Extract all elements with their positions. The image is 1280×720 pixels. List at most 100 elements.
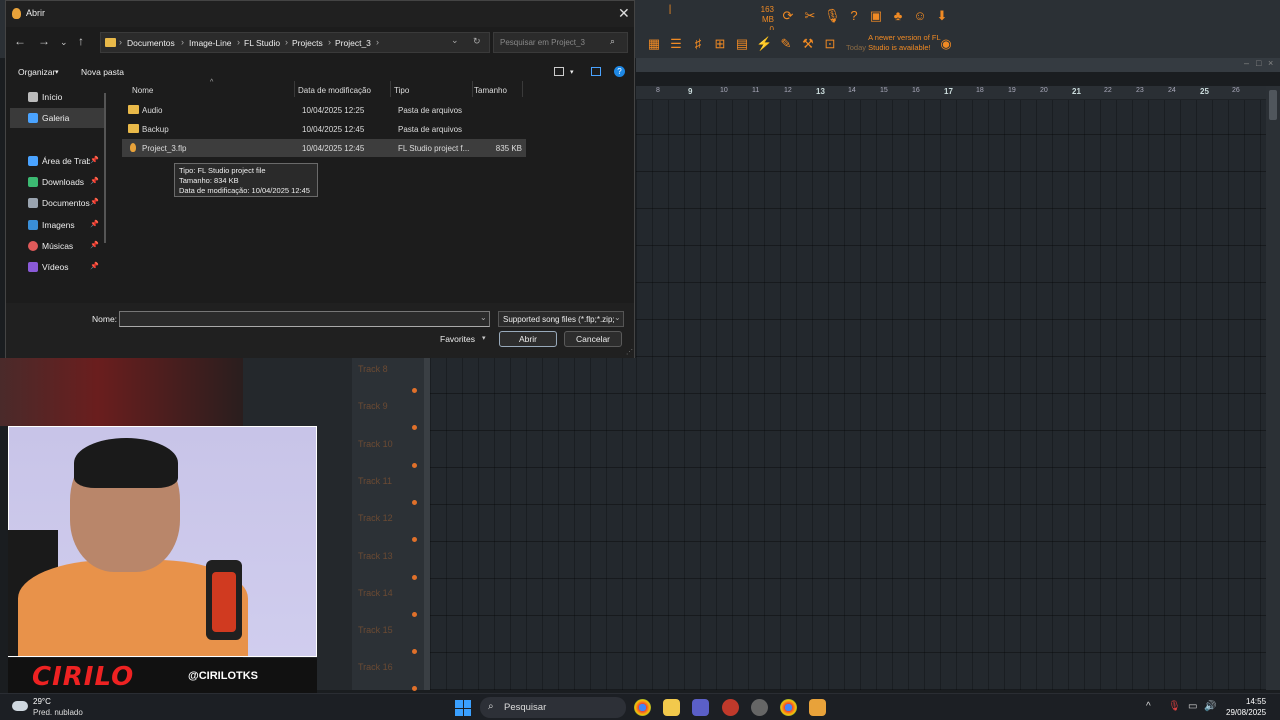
sidebar-item-videos[interactable]: Vídeos 📌 <box>6 257 106 277</box>
breadcrumb-fl-studio[interactable]: FL Studio <box>244 38 280 48</box>
plugin-icon[interactable]: ♣ <box>890 8 906 24</box>
globe-icon[interactable]: ◉ <box>938 36 954 52</box>
pin-icon[interactable]: 📌 <box>90 241 99 249</box>
help-icon[interactable]: ? <box>846 8 862 24</box>
brush-icon[interactable]: ✎ <box>778 36 794 52</box>
sidebar-item-downloads[interactable]: Downloads 📌 <box>6 172 106 192</box>
column-type[interactable]: Tipo <box>394 86 409 95</box>
pin-icon[interactable]: 📌 <box>90 262 99 270</box>
file-explorer-icon[interactable] <box>663 699 680 716</box>
chrome-icon[interactable] <box>634 699 651 716</box>
address-bar[interactable]: › Documentos › Image-Line › FL Studio › … <box>100 32 490 53</box>
view-icon[interactable] <box>554 67 564 76</box>
loop-icon[interactable]: ⟳ <box>780 8 796 24</box>
track-led-icon[interactable] <box>412 462 417 468</box>
track-label[interactable]: Track 9 <box>358 401 388 411</box>
sidebar-scrollbar[interactable] <box>104 93 106 243</box>
chat-icon[interactable]: ☺ <box>912 8 928 24</box>
column-divider[interactable] <box>294 81 295 97</box>
ruler-mark[interactable]: 20 <box>1040 87 1048 94</box>
mic-icon[interactable]: 🎙 <box>824 8 841 24</box>
taskbar-search[interactable]: ⌕ Pesquisar <box>480 697 626 718</box>
tray-chevron-icon[interactable]: ^ <box>1146 701 1151 712</box>
history-chevron-icon[interactable]: ⌄ <box>451 35 459 46</box>
teams-icon[interactable] <box>692 699 709 716</box>
ruler-mark[interactable]: 8 <box>656 87 660 94</box>
clock-date[interactable]: 29/08/2025 <box>1226 708 1266 717</box>
sidebar-item-galeria[interactable]: Galeria <box>10 108 104 128</box>
ruler-mark[interactable]: 23 <box>1136 87 1144 94</box>
pin-icon[interactable]: 📌 <box>90 177 99 185</box>
track-led-icon[interactable] <box>412 388 417 393</box>
ruler-mark[interactable]: 25 <box>1200 87 1209 96</box>
column-divider[interactable] <box>522 81 523 97</box>
ruler-mark[interactable]: 15 <box>880 87 888 94</box>
favorites-chevron-icon[interactable]: ▾ <box>482 334 486 342</box>
view-chevron-icon[interactable]: ▾ <box>570 68 574 76</box>
filename-chevron-icon[interactable]: ⌄ <box>480 313 487 322</box>
sidebar-item-imagens[interactable]: Imagens 📌 <box>6 215 106 235</box>
channel-rack-icon[interactable]: ♯ <box>690 36 706 52</box>
track-label[interactable]: Track 13 <box>358 551 393 561</box>
ruler-mark[interactable]: 24 <box>1168 87 1176 94</box>
forward-arrow-icon[interactable]: → <box>38 34 50 48</box>
ruler-mark[interactable]: 13 <box>816 87 825 96</box>
playlist-grid[interactable] <box>636 100 1266 690</box>
track-label[interactable]: Track 10 <box>358 439 393 449</box>
browser-icon[interactable]: ▤ <box>734 36 750 52</box>
maximize-icon[interactable]: □ <box>1256 58 1261 68</box>
search-input[interactable]: Pesquisar em Project_3 <box>493 32 628 53</box>
cloud-icon[interactable] <box>12 701 28 711</box>
column-size[interactable]: Tamanho <box>474 86 507 95</box>
windows-start-icon[interactable] <box>455 700 471 716</box>
wrench-icon[interactable]: ⚒ <box>800 36 816 52</box>
ruler-mark[interactable]: 12 <box>784 87 792 94</box>
track-label[interactable]: Track 11 <box>358 476 392 486</box>
recent-chevron-icon[interactable]: ⌄ <box>60 37 68 48</box>
track-label[interactable]: Track 14 <box>358 588 393 598</box>
ruler-mark[interactable]: 9 <box>688 87 692 96</box>
track-led-icon[interactable] <box>412 649 417 655</box>
plug-icon[interactable]: ⚡ <box>756 36 772 52</box>
scrollbar-thumb[interactable] <box>1269 90 1277 120</box>
ruler-mark[interactable]: 22 <box>1104 87 1112 94</box>
volume-icon[interactable]: 🔊 <box>1204 701 1216 712</box>
cart-icon[interactable]: ⊡ <box>822 36 838 52</box>
fl-studio-taskbar-icon[interactable] <box>809 699 826 716</box>
pin-icon[interactable]: 📌 <box>90 220 99 228</box>
chrome-profile-icon[interactable] <box>780 699 797 716</box>
scissors-icon[interactable]: ✂ <box>802 8 818 24</box>
weather-temperature[interactable]: 29°C <box>33 697 51 706</box>
pin-icon[interactable]: 📌 <box>90 198 99 206</box>
ruler-mark[interactable]: 21 <box>1072 87 1081 96</box>
ruler-mark[interactable]: 14 <box>848 87 856 94</box>
close-icon[interactable]: ✕ <box>618 5 630 22</box>
ruler-mark[interactable]: 10 <box>720 87 728 94</box>
track-label[interactable]: Track 12 <box>358 513 393 523</box>
sidebar-item-desktop[interactable]: Área de Trab. 📌 <box>6 151 106 171</box>
resize-grip-icon[interactable]: ⋰ <box>626 348 633 356</box>
file-row-project-3[interactable]: Project_3.flp 10/04/2025 12:45 FL Studio… <box>122 139 526 157</box>
track-led-icon[interactable] <box>412 574 417 580</box>
up-arrow-icon[interactable]: ↑ <box>78 34 84 48</box>
file-row-backup[interactable]: Backup 10/04/2025 12:45 Pasta de arquivo… <box>122 120 526 138</box>
ruler-mark[interactable]: 11 <box>752 87 759 94</box>
track-led-icon[interactable] <box>412 499 417 505</box>
filename-input[interactable] <box>119 311 490 327</box>
ruler-mark[interactable]: 26 <box>1232 87 1240 94</box>
grid-icon[interactable]: ▦ <box>646 36 662 52</box>
close-icon[interactable]: × <box>1268 58 1273 68</box>
obs-icon[interactable] <box>751 699 768 716</box>
organize-menu[interactable]: Organizar <box>18 67 55 77</box>
track-led-icon[interactable] <box>412 537 417 543</box>
track-label[interactable]: Track 16 <box>358 662 393 672</box>
track-led-icon[interactable] <box>412 686 417 692</box>
breadcrumb-image-line[interactable]: Image-Line <box>189 38 232 48</box>
refresh-icon[interactable]: ↻ <box>473 36 481 47</box>
back-arrow-icon[interactable]: ← <box>14 34 26 48</box>
pin-icon[interactable]: 📌 <box>90 156 99 164</box>
sidebar-item-musicas[interactable]: Músicas 📌 <box>6 236 106 256</box>
cancel-button[interactable]: Cancelar <box>564 331 622 347</box>
breadcrumb-documentos[interactable]: Documentos <box>127 38 175 48</box>
help-icon[interactable]: ? <box>614 66 625 77</box>
